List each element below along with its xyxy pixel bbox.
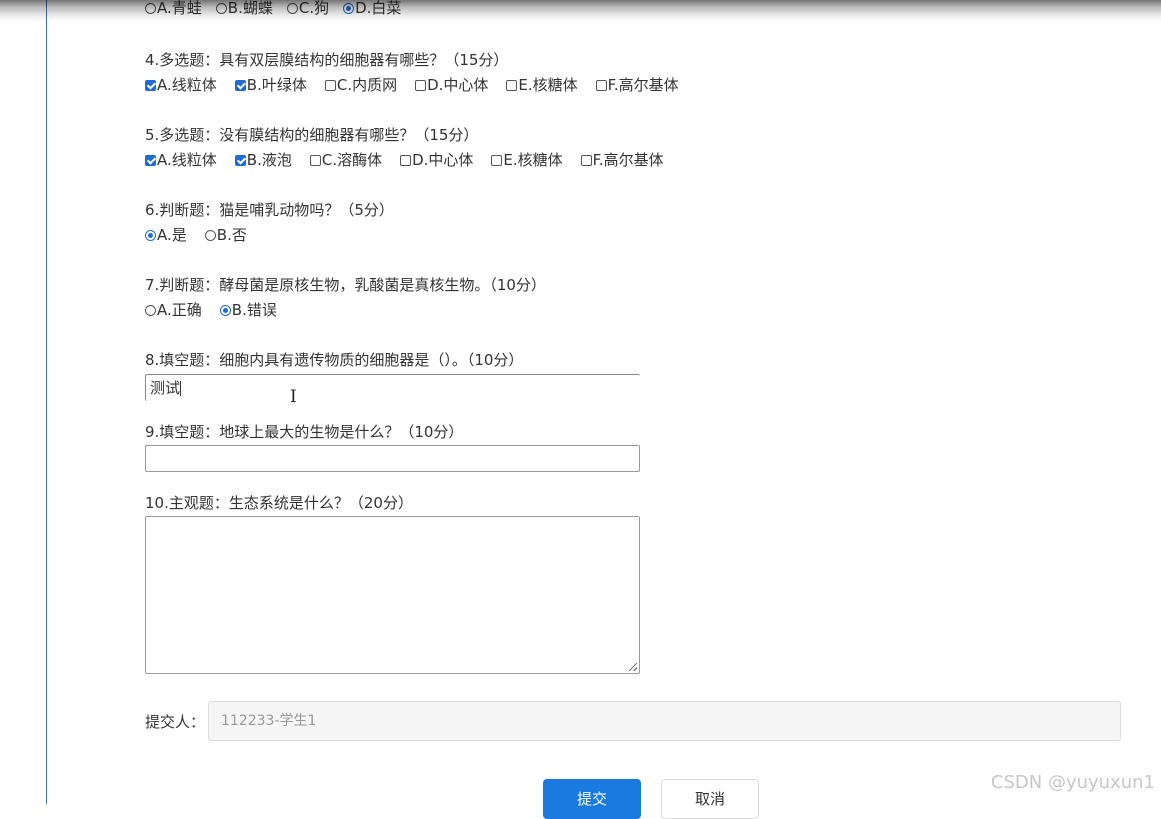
q4-checkbox-c[interactable] [324, 79, 336, 91]
q8-answer-input[interactable]: 测试 [145, 374, 640, 401]
q5-option-a-label: A.线粒体 [157, 151, 217, 169]
q3-radio-c[interactable] [286, 2, 298, 14]
q5-checkbox-c[interactable] [309, 154, 321, 166]
q5-checkbox-f[interactable] [580, 154, 592, 166]
q4-option-e-label: E.核糖体 [518, 76, 578, 94]
question-6: 6.判断题：猫是哺乳动物吗？（5分） A.是 B.否 [145, 200, 394, 245]
q4-checkbox-e[interactable] [506, 79, 518, 91]
question-3: A.青蛙 B.蝴蝶 C.狗 D.白菜 [145, 0, 419, 18]
q3-option-d[interactable]: D.白菜 [343, 0, 401, 18]
q3-option-c[interactable]: C.狗 [286, 0, 330, 18]
q7-title: 7.判断题：酵母菌是原核生物，乳酸菌是真核生物。（10分） [145, 276, 546, 294]
q4-option-a-label: A.线粒体 [157, 76, 217, 94]
question-4: 4.多选题：具有双层膜结构的细胞器有哪些？（15分） A.线粒体 B.叶绿体 C… [145, 50, 697, 95]
q9-title: 9.填空题：地球上最大的生物是什么？（10分） [145, 423, 464, 441]
q4-option-e[interactable]: E.核糖体 [506, 75, 578, 95]
q6-radio-a[interactable] [145, 229, 156, 241]
left-border-line [46, 0, 47, 804]
q5-option-f[interactable]: F.高尔基体 [580, 150, 664, 170]
q9-answer-input[interactable] [145, 445, 640, 472]
q4-option-d-label: D.中心体 [427, 76, 489, 94]
question-7: 7.判断题：酵母菌是原核生物，乳酸菌是真核生物。（10分） A.正确 B.错误 [145, 275, 546, 320]
watermark-text: CSDN @yuyuxun1 [990, 772, 1155, 793]
q5-checkbox-a[interactable] [145, 154, 156, 166]
q4-option-a[interactable]: A.线粒体 [145, 75, 217, 95]
q7-option-b[interactable]: B.错误 [219, 300, 277, 320]
q4-checkbox-d[interactable] [415, 79, 427, 91]
q6-title: 6.判断题：猫是哺乳动物吗？（5分） [145, 201, 394, 219]
q5-option-e[interactable]: E.核糖体 [491, 150, 563, 170]
q5-option-a[interactable]: A.线粒体 [145, 150, 217, 170]
q5-checkbox-d[interactable] [400, 154, 412, 166]
q5-option-b-label: B.液泡 [246, 151, 292, 169]
q7-radio-b[interactable] [219, 304, 231, 316]
q4-option-f[interactable]: F.高尔基体 [595, 75, 679, 95]
q3-radio-b[interactable] [215, 2, 227, 14]
q5-option-e-label: E.核糖体 [503, 151, 563, 169]
q8-answer-text: 测试 [150, 379, 181, 397]
q3-option-a[interactable]: A.青蛙 [145, 0, 202, 18]
q5-option-d[interactable]: D.中心体 [400, 150, 473, 170]
q4-checkbox-f[interactable] [595, 79, 607, 91]
q3-option-a-label: A.青蛙 [157, 0, 202, 17]
submitter-label: 提交人： [145, 713, 206, 731]
q10-answer-textarea[interactable] [145, 516, 640, 674]
text-caret [180, 381, 182, 396]
text-cursor-icon: I [290, 387, 297, 407]
q7-option-a[interactable]: A.正确 [145, 300, 202, 320]
q4-option-b-label: B.叶绿体 [246, 76, 307, 94]
q6-option-a[interactable]: A.是 [145, 225, 187, 245]
q3-option-b[interactable]: B.蝴蝶 [215, 0, 273, 18]
submitter-input[interactable]: 112233-学生1 [208, 701, 1121, 741]
q4-option-b[interactable]: B.叶绿体 [234, 75, 307, 95]
q3-option-c-label: C.狗 [298, 0, 330, 17]
q6-option-a-label: A.是 [157, 226, 187, 244]
q6-option-b-label: B.否 [216, 226, 247, 244]
q7-option-b-label: B.错误 [231, 301, 277, 319]
q7-option-a-label: A.正确 [157, 301, 202, 319]
cancel-button[interactable]: 取消 [661, 779, 759, 819]
q3-option-b-label: B.蝴蝶 [227, 0, 273, 17]
q4-option-f-label: F.高尔基体 [607, 76, 679, 94]
q4-checkbox-b[interactable] [234, 79, 246, 91]
submitter-value: 112233-学生1 [221, 713, 317, 729]
q4-option-c-label: C.内质网 [336, 76, 398, 94]
q5-title: 5.多选题：没有膜结构的细胞器有哪些？（15分） [145, 126, 479, 144]
q8-title: 8.填空题：细胞内具有遗传物质的细胞器是（）。（10分） [145, 351, 524, 369]
q10-title: 10.主观题：生态系统是什么？（20分） [145, 494, 413, 512]
q5-option-c-label: C.溶酶体 [321, 151, 383, 169]
q5-option-d-label: D.中心体 [412, 151, 474, 169]
submit-button[interactable]: 提交 [543, 779, 641, 819]
question-5: 5.多选题：没有膜结构的细胞器有哪些？（15分） A.线粒体 B.液泡 C.溶酶… [145, 125, 682, 170]
q7-radio-a[interactable] [145, 304, 156, 316]
resize-handle-icon[interactable] [629, 663, 637, 671]
q4-option-d[interactable]: D.中心体 [415, 75, 488, 95]
q5-checkbox-e[interactable] [491, 154, 503, 166]
q3-radio-d[interactable] [343, 2, 355, 14]
q3-option-d-label: D.白菜 [355, 0, 402, 17]
q4-title: 4.多选题：具有双层膜结构的细胞器有哪些？（15分） [145, 51, 509, 69]
q5-option-b[interactable]: B.液泡 [234, 150, 292, 170]
q5-option-c[interactable]: C.溶酶体 [309, 150, 383, 170]
q6-radio-b[interactable] [204, 229, 216, 241]
q6-option-b[interactable]: B.否 [204, 225, 247, 245]
q4-checkbox-a[interactable] [145, 79, 156, 91]
q5-option-f-label: F.高尔基体 [592, 151, 664, 169]
q5-checkbox-b[interactable] [234, 154, 246, 166]
q3-radio-a[interactable] [145, 2, 156, 14]
q4-option-c[interactable]: C.内质网 [324, 75, 398, 95]
